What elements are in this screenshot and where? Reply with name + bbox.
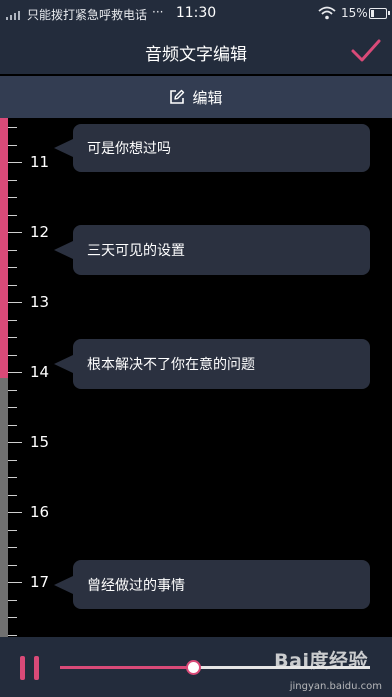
ruler-minor-tick xyxy=(8,635,17,636)
ruler-label: 16 xyxy=(30,503,50,521)
ruler-minor-tick xyxy=(8,425,17,426)
ruler-major-tick xyxy=(8,582,22,583)
seek-thumb[interactable] xyxy=(186,660,202,675)
ruler-minor-tick xyxy=(8,337,17,338)
subtitle-bubble[interactable]: 根本解决不了你在意的问题 xyxy=(54,339,370,389)
ruler-minor-tick xyxy=(8,180,17,181)
wifi-icon xyxy=(318,6,336,20)
page-title: 音频文字编辑 xyxy=(145,45,247,65)
ruler-minor-tick xyxy=(8,460,17,461)
ruler-minor-tick xyxy=(8,617,17,618)
ruler-major-tick xyxy=(8,442,22,443)
ruler-minor-tick xyxy=(8,250,17,251)
ruler-minor-tick xyxy=(8,530,17,531)
baidu-jingyan-watermark: Bai度经验 jingyan.baidu.com xyxy=(256,642,386,694)
watermark-url: jingyan.baidu.com xyxy=(289,681,382,692)
timeline-track[interactable] xyxy=(0,118,8,637)
ruler-minor-tick xyxy=(8,267,17,268)
edit-button[interactable]: 编辑 xyxy=(0,76,392,118)
ruler-label: 11 xyxy=(30,153,50,171)
pause-icon[interactable] xyxy=(20,656,42,680)
ruler-label: 17 xyxy=(30,573,50,591)
check-icon[interactable] xyxy=(348,34,384,68)
seek-progress xyxy=(60,666,194,669)
ruler-minor-tick xyxy=(8,215,17,216)
ruler-minor-tick xyxy=(8,407,17,408)
ruler-minor-tick xyxy=(8,547,17,548)
watermark-logo: Bai度经验 xyxy=(274,650,368,672)
subtitle-bubble[interactable]: 曾经做过的事情 xyxy=(54,560,370,609)
timeline-progress xyxy=(0,118,8,378)
status-bar: 只能拨打紧急呼救电话 ··· 11:30 15% xyxy=(0,0,392,28)
ruler-minor-tick xyxy=(8,495,17,496)
subtitle-timeline[interactable]: 11 12 13 14 15 16 17 可是你想过吗 三天可见的设置 根本解决… xyxy=(0,118,392,637)
battery-icon xyxy=(369,8,390,19)
edit-icon xyxy=(170,89,185,104)
ruler-minor-tick xyxy=(8,355,17,356)
edit-label: 编辑 xyxy=(192,88,223,107)
ruler-major-tick xyxy=(8,512,22,513)
title-bar: 音频文字编辑 xyxy=(0,28,392,74)
battery-percent: 15% xyxy=(341,6,368,20)
subtitle-bubble[interactable]: 可是你想过吗 xyxy=(54,124,370,172)
subtitle-bubble[interactable]: 三天可见的设置 xyxy=(54,225,370,275)
ruler-minor-tick xyxy=(8,145,17,146)
ruler-label: 15 xyxy=(30,433,50,451)
ruler-minor-tick xyxy=(8,565,17,566)
ruler-major-tick xyxy=(8,372,22,373)
ruler-major-tick xyxy=(8,302,22,303)
ruler-minor-tick xyxy=(8,197,17,198)
ruler-label: 13 xyxy=(30,293,50,311)
ruler-minor-tick xyxy=(8,477,17,478)
ruler-minor-tick xyxy=(8,600,17,601)
ruler-minor-tick xyxy=(8,127,17,128)
ruler-major-tick xyxy=(8,162,22,163)
ruler-major-tick xyxy=(8,232,22,233)
ruler-label: 14 xyxy=(30,363,50,381)
ruler-label: 12 xyxy=(30,223,50,241)
ruler-minor-tick xyxy=(8,390,17,391)
ruler-minor-tick xyxy=(8,320,17,321)
ruler-minor-tick xyxy=(8,285,17,286)
